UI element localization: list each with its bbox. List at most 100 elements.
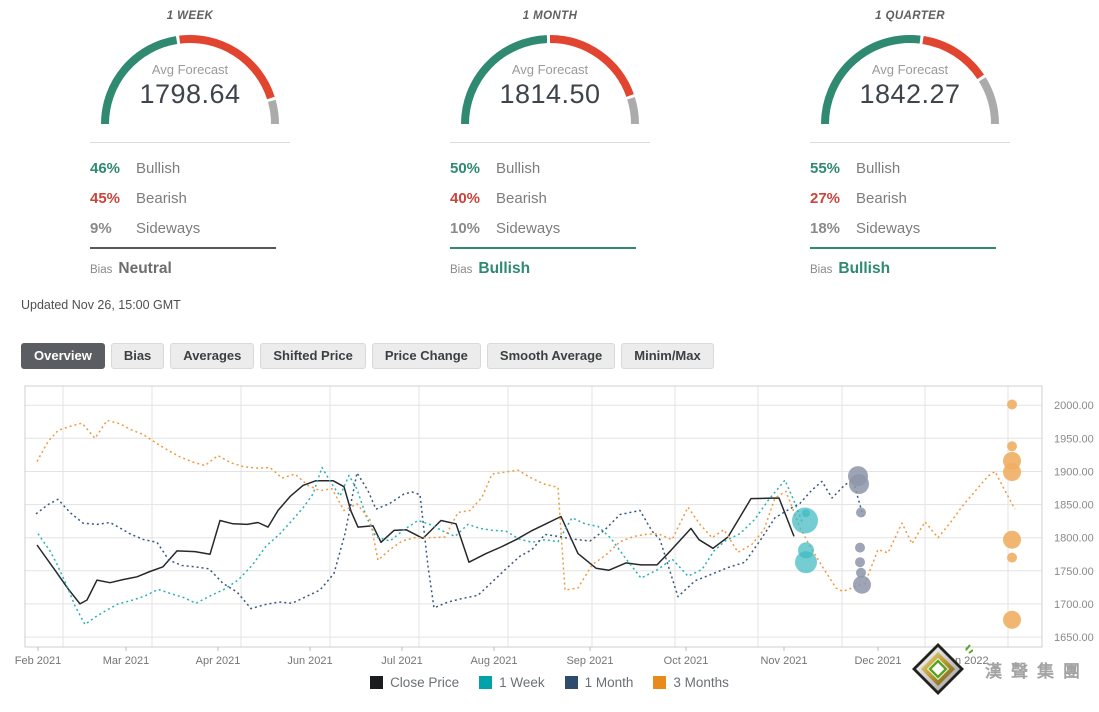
legend-label: 1 Month [585, 675, 634, 690]
legend-swatch-icon [565, 676, 578, 689]
svg-text:1950.00: 1950.00 [1054, 433, 1094, 445]
sentiment-percent: 40% [450, 190, 496, 207]
gauge-period-title: 1 QUARTER [800, 10, 1020, 22]
svg-text:1750.00: 1750.00 [1054, 566, 1094, 578]
legend-swatch-icon [370, 676, 383, 689]
bias-divider [810, 247, 996, 249]
sentiment-percent: 27% [810, 190, 856, 207]
sentiment-percent: 45% [90, 190, 136, 207]
sentiment-stat-row: 45% Bearish [90, 183, 290, 213]
chart-tab[interactable]: Overview [21, 343, 105, 369]
sentiment-stat-row: 18% Sideways [810, 213, 1010, 243]
gauge: Avg Forecast 1842.27 [800, 26, 1020, 132]
svg-text:2000.00: 2000.00 [1054, 400, 1094, 412]
svg-text:1800.00: 1800.00 [1054, 533, 1094, 545]
sentiment-stat-row: 50% Bullish [450, 153, 650, 183]
avg-forecast-value: 1798.64 [80, 79, 300, 110]
chart-tab[interactable]: Smooth Average [487, 343, 615, 369]
bias-row: Bias Bullish [810, 260, 1090, 278]
sentiment-stat-row: 46% Bullish [90, 153, 290, 183]
bias-divider [90, 247, 276, 249]
bias-label: Bias [450, 264, 472, 276]
bias-value: Bullish [838, 260, 890, 278]
gauge: Avg Forecast 1814.50 [440, 26, 660, 132]
legend-item[interactable]: 3 Months [653, 675, 729, 690]
sentiment-label: Sideways [136, 220, 200, 237]
sentiment-percent: 55% [810, 160, 856, 177]
forecast-gauge-card: 1 QUARTER Avg Forecast 1842.27 55% Bulli… [730, 8, 1090, 278]
legend-item[interactable]: Close Price [370, 675, 459, 690]
legend-label: Close Price [390, 675, 459, 690]
chart-tab[interactable]: Minim/Max [621, 343, 713, 369]
svg-text:1900.00: 1900.00 [1054, 467, 1094, 479]
sentiment-stat-row: 40% Bearish [450, 183, 650, 213]
bias-row: Bias Neutral [90, 260, 370, 278]
sentiment-stat-row: 27% Bearish [810, 183, 1010, 213]
gauge-center-text: Avg Forecast 1814.50 [440, 62, 660, 110]
sentiment-label: Bearish [136, 190, 187, 207]
svg-text:Jun 2021: Jun 2021 [287, 655, 332, 667]
bias-value: Neutral [118, 260, 171, 278]
sentiment-percent: 10% [450, 220, 496, 237]
sentiment-label: Bullish [136, 160, 180, 177]
bias-value: Bullish [478, 260, 530, 278]
sentiment-stats: 50% Bullish 40% Bearish 10% Sideways [450, 142, 650, 243]
sentiment-stats: 46% Bullish 45% Bearish 9% Sideways [90, 142, 290, 243]
svg-text:Sep 2021: Sep 2021 [566, 655, 613, 667]
svg-text:1850.00: 1850.00 [1054, 500, 1094, 512]
brand-name: 漢聲集團 [985, 657, 1089, 682]
forecast-chart-canvas: 2000.00 1950.00 1900.00 1850.00 1800.00 1750.… [0, 378, 1099, 670]
sentiment-percent: 18% [810, 220, 856, 237]
svg-text:Apr 2021: Apr 2021 [196, 655, 241, 667]
gauge-center-text: Avg Forecast 1842.27 [800, 62, 1020, 110]
sentiment-stat-row: 55% Bullish [810, 153, 1010, 183]
sentiment-label: Bearish [856, 190, 907, 207]
avg-forecast-label: Avg Forecast [80, 62, 300, 77]
brand-watermark: 漢聲集團 [911, 642, 1089, 696]
svg-text:Oct 2021: Oct 2021 [664, 655, 709, 667]
sentiment-label: Sideways [496, 220, 560, 237]
sentiment-percent: 46% [90, 160, 136, 177]
svg-text:Feb 2021: Feb 2021 [15, 655, 61, 667]
gauge-period-title: 1 WEEK [80, 10, 300, 22]
gold-forecast-page: 1 WEEK Avg Forecast 1798.64 46% Bullish … [0, 0, 1099, 712]
avg-forecast-label: Avg Forecast [440, 62, 660, 77]
sentiment-percent: 9% [90, 220, 136, 237]
sentiment-stat-row: 9% Sideways [90, 213, 290, 243]
svg-text:Nov 2021: Nov 2021 [760, 655, 807, 667]
chart-tab[interactable]: Shifted Price [260, 343, 365, 369]
chart-tab[interactable]: Price Change [372, 343, 481, 369]
svg-text:Mar 2021: Mar 2021 [103, 655, 149, 667]
chart-tab[interactable]: Bias [111, 343, 164, 369]
chart-tab[interactable]: Averages [170, 343, 254, 369]
legend-label: 1 Week [499, 675, 545, 690]
forecast-gauge-card: 1 WEEK Avg Forecast 1798.64 46% Bullish … [10, 8, 370, 278]
gauge-period-title: 1 MONTH [440, 10, 660, 22]
legend-swatch-icon [479, 676, 492, 689]
brand-logo-icon [911, 642, 973, 696]
sentiment-label: Bullish [856, 160, 900, 177]
sentiment-label: Sideways [856, 220, 920, 237]
gauge-center-text: Avg Forecast 1798.64 [80, 62, 300, 110]
sentiment-label: Bearish [496, 190, 547, 207]
bias-row: Bias Bullish [450, 260, 730, 278]
sentiment-stat-row: 10% Sideways [450, 213, 650, 243]
updated-timestamp: Updated Nov 26, 15:00 GMT [21, 298, 1099, 312]
chart-tabs: Overview Bias Averages Shifted Price Pri… [21, 343, 1099, 369]
bias-divider [450, 247, 636, 249]
avg-forecast-value: 1842.27 [800, 79, 1020, 110]
legend-item[interactable]: 1 Month [565, 675, 634, 690]
bias-label: Bias [90, 264, 112, 276]
sentiment-label: Bullish [496, 160, 540, 177]
forecast-gauge-card: 1 MONTH Avg Forecast 1814.50 50% Bullish… [370, 8, 730, 278]
avg-forecast-label: Avg Forecast [800, 62, 1020, 77]
legend-label: 3 Months [673, 675, 729, 690]
sentiment-percent: 50% [450, 160, 496, 177]
sentiment-stats: 55% Bullish 27% Bearish 18% Sideways [810, 142, 1010, 243]
legend-item[interactable]: 1 Week [479, 675, 545, 690]
gauge: Avg Forecast 1798.64 [80, 26, 300, 132]
legend-swatch-icon [653, 676, 666, 689]
price-forecast-chart: 2000.00 1950.00 1900.00 1850.00 1800.00 1750.… [0, 378, 1099, 690]
svg-text:Dec 2021: Dec 2021 [854, 655, 901, 667]
svg-text:Jul 2021: Jul 2021 [381, 655, 423, 667]
